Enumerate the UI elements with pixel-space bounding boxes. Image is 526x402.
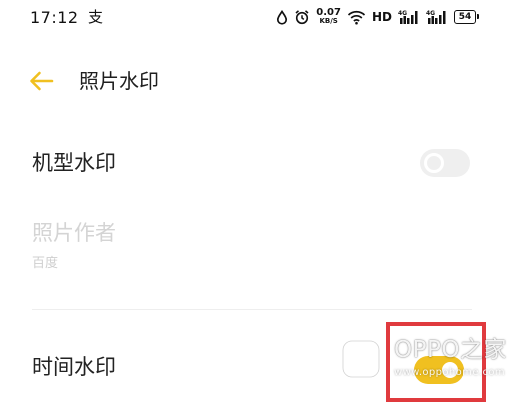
battery-icon: 54 — [454, 10, 479, 24]
water-drop-icon — [276, 9, 288, 25]
toggle-knob — [424, 153, 444, 173]
signal-icon: 4G — [426, 9, 448, 25]
network-speed-unit: KB/S — [319, 17, 338, 25]
photo-author-value: 百度 — [32, 256, 59, 271]
hd-label: HD — [371, 10, 392, 24]
wifi-icon — [347, 10, 366, 25]
back-button[interactable] — [26, 67, 56, 95]
sim2-network-label: 4G — [426, 10, 435, 17]
alipay-notification-icon: 支 — [88, 8, 104, 26]
signal-icon: 4G — [398, 9, 420, 25]
time-watermark-label: 时间水印 — [32, 355, 116, 379]
time-watermark-toggle[interactable] — [414, 356, 464, 384]
photo-author-label: 照片作者 — [32, 221, 116, 245]
status-time: 17:12 — [30, 8, 79, 27]
network-speed-value: 0.07 — [316, 7, 341, 18]
status-bar: 17:12 支 0.07 KB/S HD 4G 4G 54 — [0, 0, 526, 36]
status-icons: 0.07 KB/S HD 4G 4G 54 — [276, 6, 479, 28]
sim1-network-label: 4G — [398, 10, 407, 17]
title-bar: 照片水印 — [0, 58, 526, 104]
section-divider — [32, 309, 472, 310]
battery-level: 54 — [458, 12, 472, 22]
settings-row-model-watermark[interactable]: 机型水印 — [0, 140, 526, 190]
model-watermark-label: 机型水印 — [32, 151, 116, 175]
settings-row-photo-author: 照片作者 百度 — [0, 212, 526, 278]
page-title: 照片水印 — [79, 69, 159, 93]
network-speed: 0.07 KB/S — [316, 8, 341, 26]
back-arrow-icon — [30, 71, 54, 91]
toggle-knob — [442, 362, 458, 378]
settings-row-time-watermark[interactable]: 时间水印 — [0, 342, 526, 396]
alarm-icon — [294, 9, 310, 25]
model-watermark-toggle[interactable] — [420, 149, 470, 177]
